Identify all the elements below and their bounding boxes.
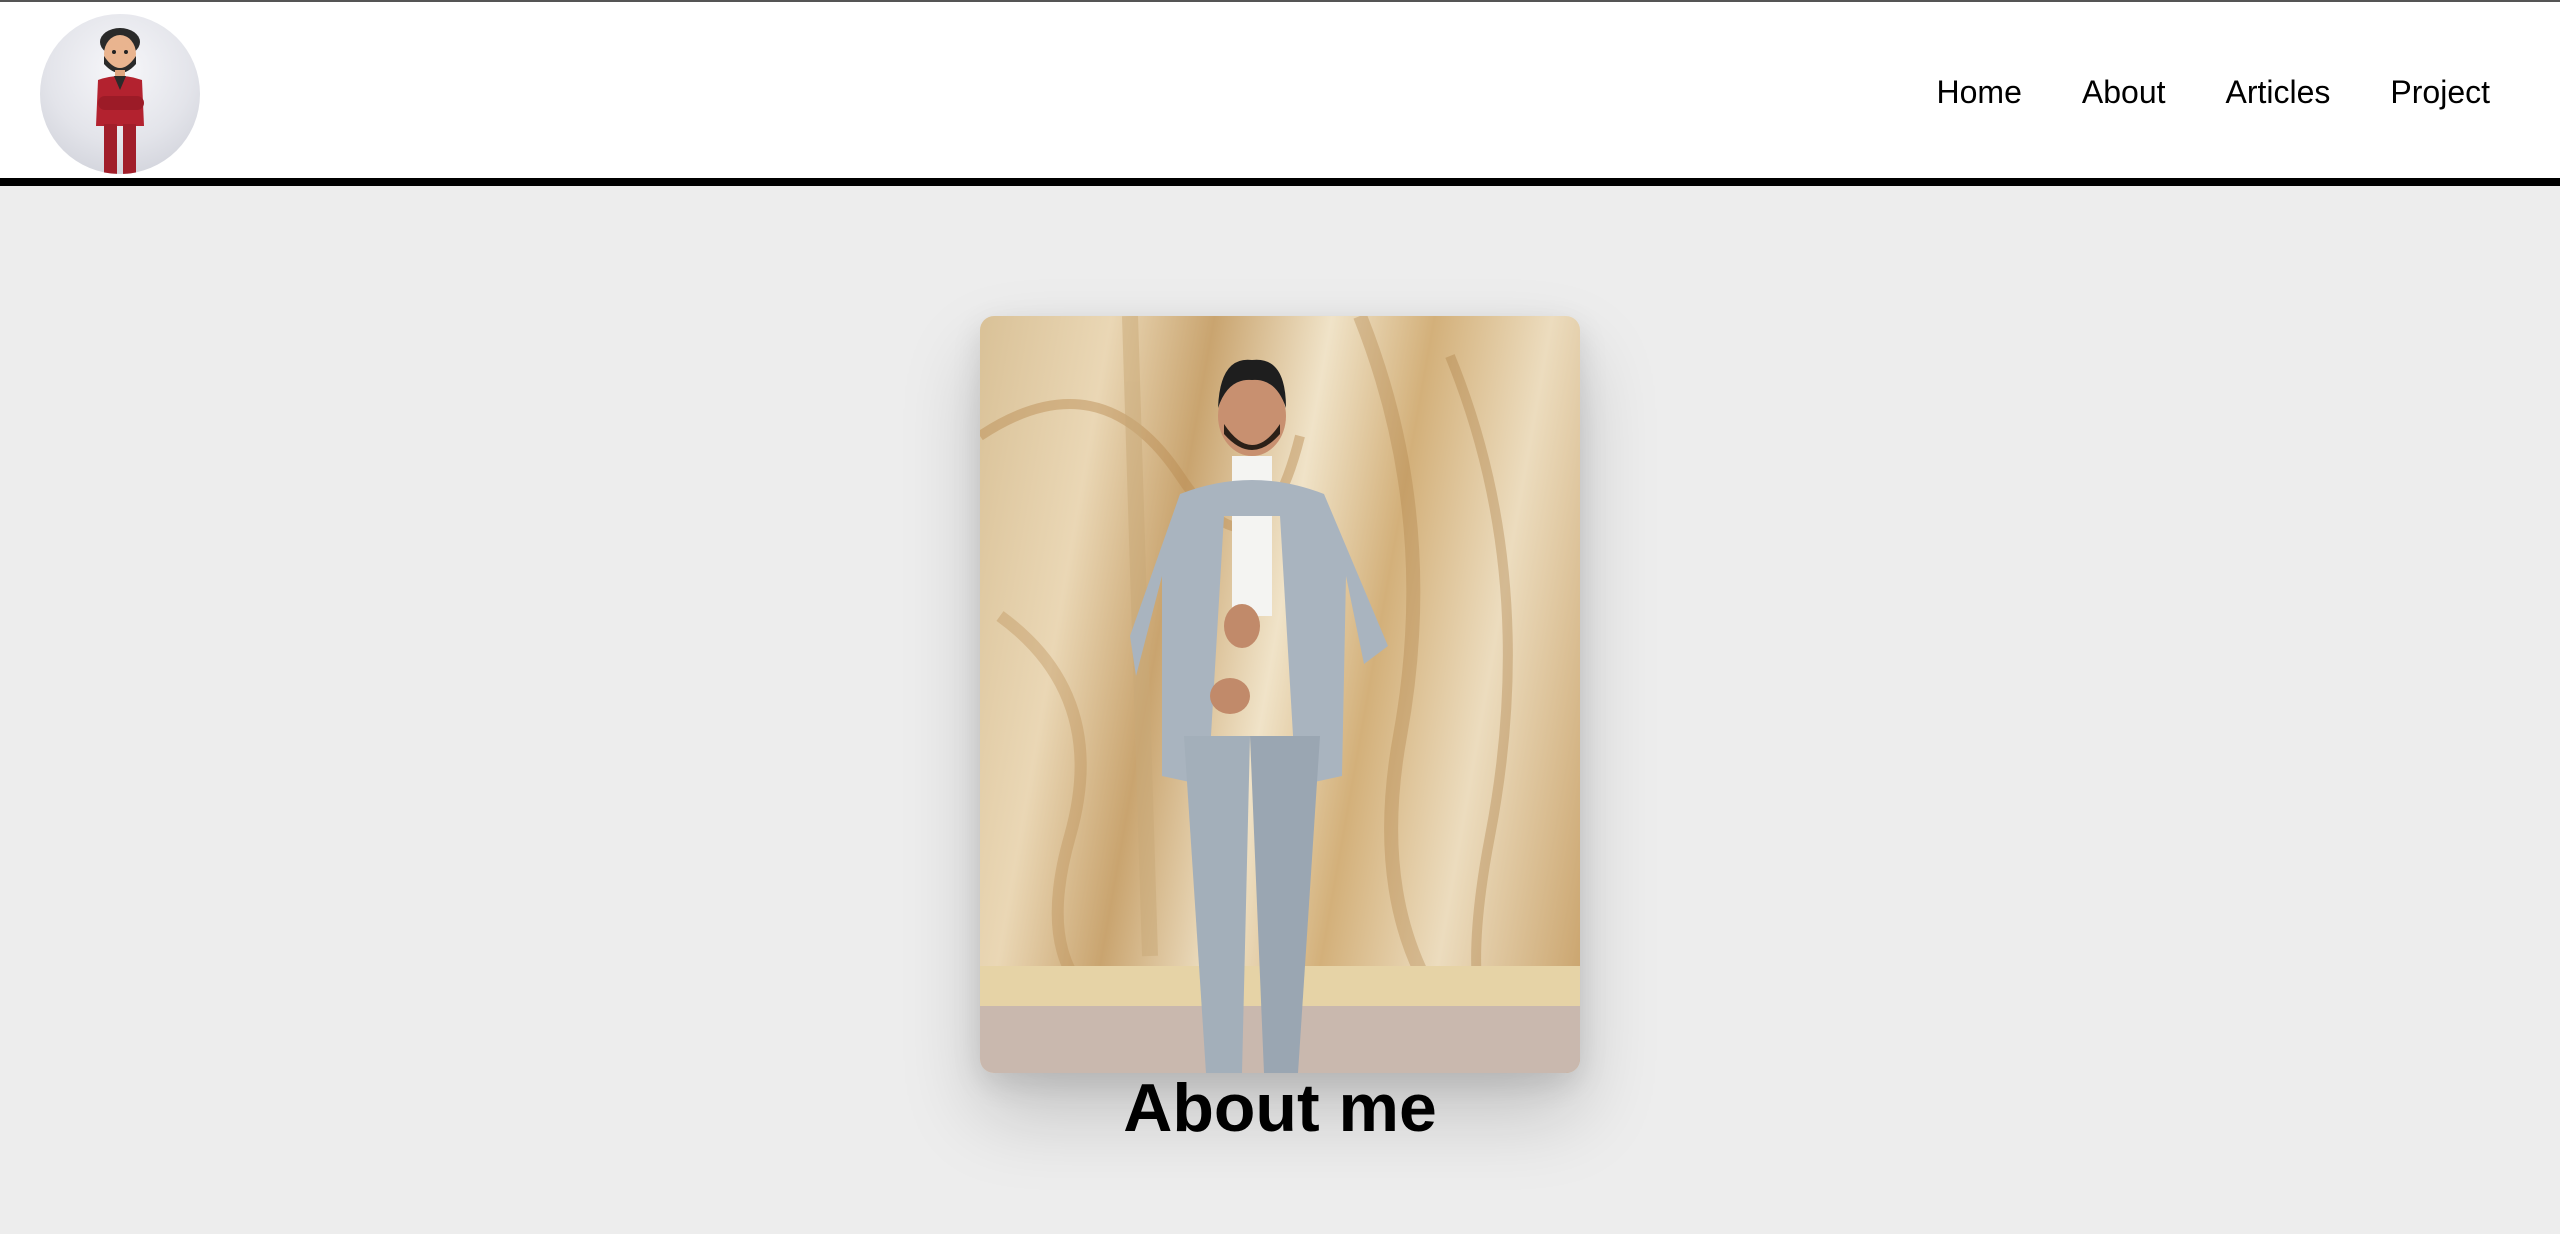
main-nav: Home About Articles Project	[1937, 4, 2560, 180]
site-header: Home About Articles Project	[0, 2, 2560, 178]
profile-photo-illustration	[980, 316, 1580, 1073]
nav-about-link[interactable]: About	[2082, 76, 2166, 108]
nav-project-link[interactable]: Project	[2390, 76, 2490, 108]
header-divider	[0, 178, 2560, 186]
about-section: About me	[0, 186, 2560, 1234]
nav-home-link[interactable]: Home	[1937, 76, 2022, 108]
nav-articles-link[interactable]: Articles	[2226, 76, 2331, 108]
profile-photo	[980, 316, 1580, 1073]
page-title: About me	[1123, 1070, 1437, 1146]
avatar-illustration	[96, 28, 144, 174]
avatar[interactable]	[40, 14, 200, 174]
